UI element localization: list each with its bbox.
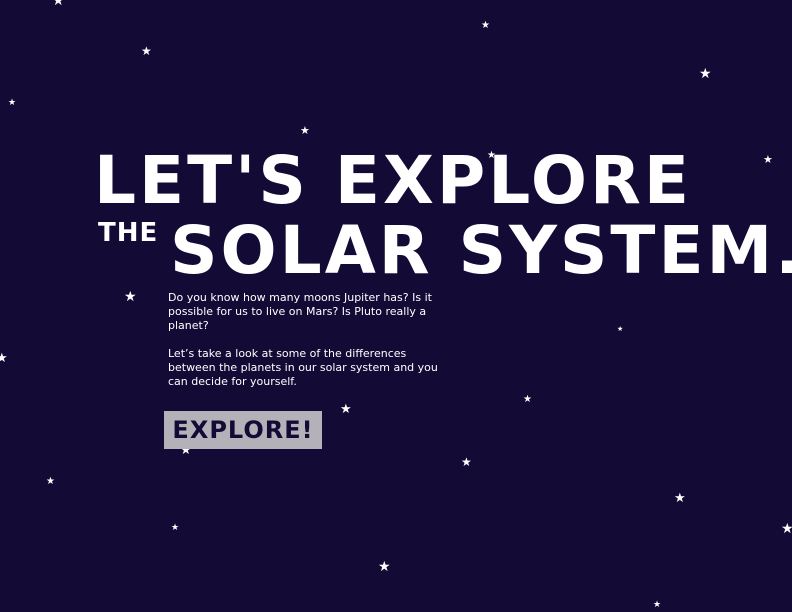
star-icon: ★ — [46, 476, 55, 487]
star-icon: ★ — [699, 66, 712, 82]
star-icon: ★ — [124, 289, 137, 305]
star-icon: ★ — [8, 98, 17, 108]
star-icon: ★ — [52, 0, 65, 9]
landing-page: ★ ★ ★ ★ ★ ★ ★ ★ ★ ★ ★ ★ ★ ★ ★ ★ ★ ★ ★ ★ … — [0, 0, 792, 612]
star-icon: ★ — [481, 20, 490, 31]
star-icon: ★ — [300, 124, 310, 137]
star-icon: ★ — [674, 491, 686, 506]
star-icon: ★ — [461, 455, 472, 469]
intro-paragraph-2: Let’s take a look at some of the differe… — [168, 347, 438, 388]
star-icon: ★ — [781, 521, 792, 537]
intro-text: Do you know how many moons Jupiter has? … — [168, 291, 438, 403]
star-icon: ★ — [523, 394, 532, 405]
headline-the: THE — [98, 218, 159, 248]
star-icon: ★ — [378, 559, 391, 575]
star-icon: ★ — [141, 44, 152, 58]
headline-line-1: LET'S EXPLORE — [94, 142, 692, 219]
star-icon: ★ — [617, 325, 624, 333]
star-icon: ★ — [340, 402, 352, 417]
star-icon: ★ — [171, 523, 180, 533]
star-icon: ★ — [0, 351, 8, 366]
star-icon: ★ — [763, 153, 773, 166]
explore-button[interactable]: EXPLORE! — [164, 411, 322, 449]
intro-paragraph-1: Do you know how many moons Jupiter has? … — [168, 291, 432, 332]
star-icon: ★ — [653, 600, 662, 610]
headline-line-2: SOLAR SYSTEM. — [170, 212, 792, 289]
